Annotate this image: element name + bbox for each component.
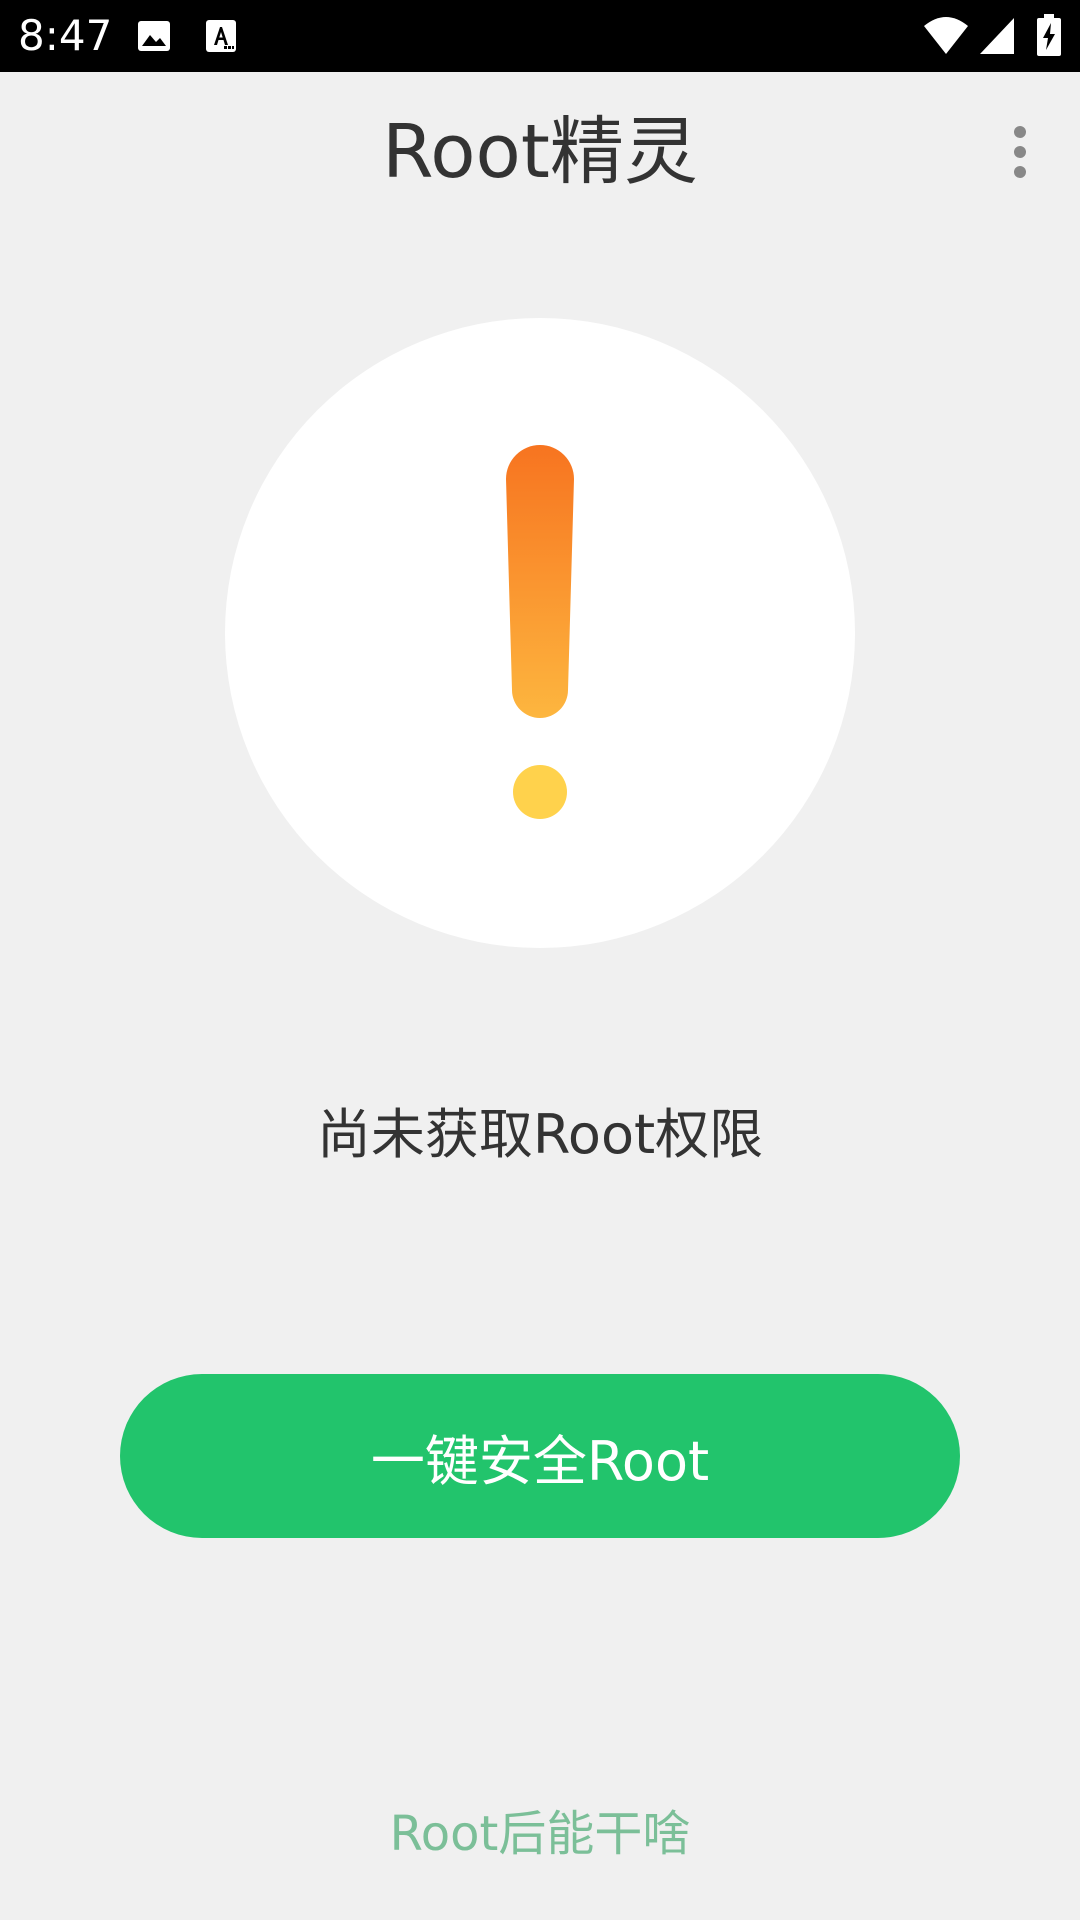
root-status-message: 尚未获取Root权限 [316, 1103, 764, 1166]
wifi-icon [922, 14, 970, 56]
warning-exclamation-icon [506, 445, 574, 819]
text-notification-icon [203, 18, 239, 54]
one-click-root-button[interactable]: 一键安全Root [120, 1374, 960, 1538]
page-title: Root精灵 [382, 109, 698, 195]
battery-charging-icon [1036, 14, 1062, 56]
root-benefits-link[interactable]: Root后能干啥 [0, 1800, 1080, 1868]
more-vert-icon [1014, 126, 1026, 178]
cellular-signal-icon [978, 16, 1016, 56]
app-bar: Root精灵 [0, 72, 1080, 232]
root-genie-screen: 8:47 Root精灵 尚未获取Root权限 一键安全Root Root后能干啥 [0, 0, 1080, 1920]
status-indicator-circle [225, 318, 855, 948]
status-bar: 8:47 [0, 0, 1080, 72]
image-notification-icon [136, 18, 172, 54]
more-options-button[interactable] [990, 112, 1050, 192]
status-time: 8:47 [18, 11, 113, 60]
